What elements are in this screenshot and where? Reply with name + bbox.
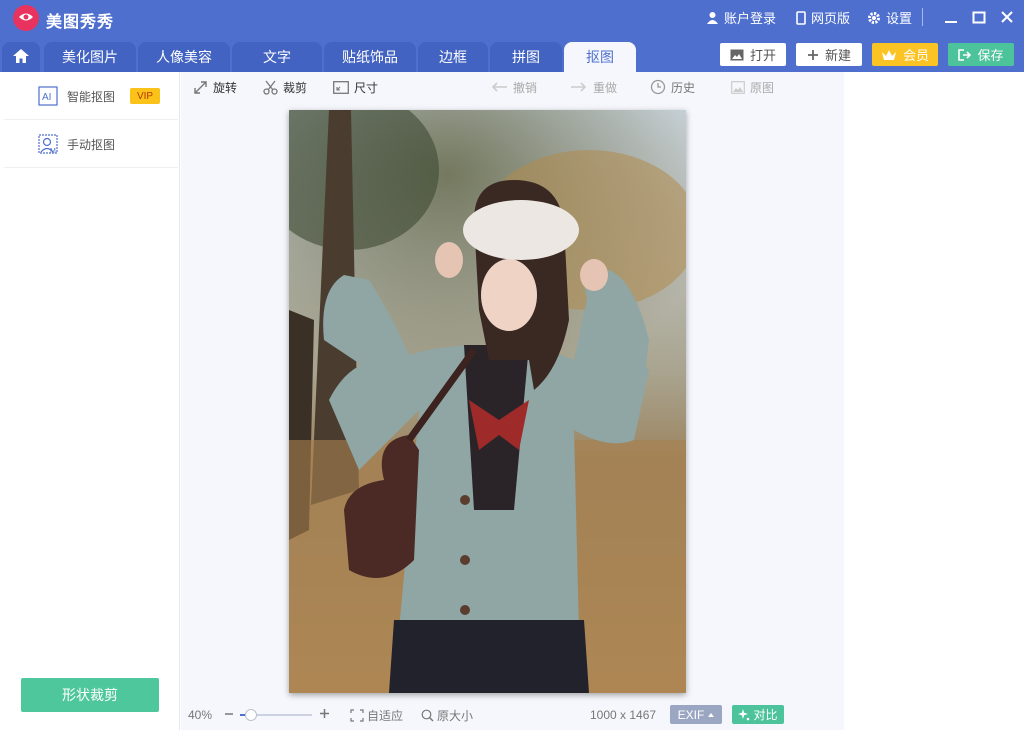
tab-beautify[interactable]: 美化图片 bbox=[44, 42, 136, 72]
fit-button[interactable]: 自适应 bbox=[350, 706, 403, 724]
tab-collage[interactable]: 拼图 bbox=[490, 42, 562, 72]
fit-icon bbox=[350, 708, 364, 722]
redo-label: 重做 bbox=[593, 80, 618, 95]
web-version-label: 网页版 bbox=[811, 11, 851, 26]
phone-icon bbox=[796, 10, 806, 25]
portrait-photo bbox=[289, 110, 686, 693]
plus-icon bbox=[807, 49, 819, 61]
image-dimensions: 1000 x 1467 bbox=[590, 708, 657, 722]
tab-text[interactable]: 文字 bbox=[232, 42, 322, 72]
close-button[interactable] bbox=[994, 6, 1020, 28]
history-label: 历史 bbox=[671, 80, 696, 95]
login-link[interactable]: 账户登录 bbox=[706, 8, 776, 27]
user-icon bbox=[706, 11, 719, 24]
titlebar-divider bbox=[922, 8, 923, 26]
right-panel bbox=[844, 72, 1024, 730]
original-label: 原图 bbox=[750, 80, 775, 95]
new-label: 新建 bbox=[824, 48, 851, 63]
ai-icon: AI bbox=[38, 86, 58, 106]
manual-cutout-icon: M bbox=[38, 134, 58, 155]
login-label: 账户登录 bbox=[724, 11, 777, 26]
tab-border[interactable]: 边框 bbox=[418, 42, 488, 72]
tab-portrait[interactable]: 人像美容 bbox=[138, 42, 230, 72]
original-tool[interactable]: 原图 bbox=[731, 78, 774, 96]
save-button[interactable]: 保存 bbox=[948, 43, 1014, 66]
rotate-tool[interactable]: 旋转 bbox=[193, 78, 237, 96]
original-image-icon bbox=[731, 80, 745, 94]
tab-cutout[interactable]: 抠图 bbox=[564, 42, 636, 72]
clock-icon bbox=[650, 79, 666, 95]
photo-canvas[interactable] bbox=[289, 110, 686, 693]
svg-text:AI: AI bbox=[42, 92, 51, 103]
crop-tool[interactable]: 裁剪 bbox=[263, 78, 307, 96]
minus-icon bbox=[224, 708, 234, 722]
vip-button[interactable]: 会员 bbox=[872, 43, 938, 66]
undo-tool[interactable]: 撤销 bbox=[490, 78, 537, 96]
new-button[interactable]: 新建 bbox=[796, 43, 862, 66]
zoom-in-button[interactable] bbox=[319, 706, 330, 724]
size-tool[interactable]: 尺寸 bbox=[333, 78, 378, 96]
resize-icon bbox=[333, 80, 349, 94]
export-icon bbox=[958, 48, 972, 61]
home-icon bbox=[12, 48, 30, 67]
zoom-percent: 40% bbox=[188, 708, 213, 722]
exif-button[interactable]: EXIF bbox=[670, 705, 722, 724]
crown-icon bbox=[881, 49, 897, 61]
compare-label: 对比 bbox=[753, 708, 778, 722]
left-panel: AI 智能抠图 VIP M 手动抠图 形状裁剪 bbox=[0, 72, 180, 730]
sparkle-icon bbox=[738, 708, 750, 721]
settings-link[interactable]: 设置 bbox=[867, 8, 912, 27]
minimize-button[interactable] bbox=[938, 6, 964, 28]
plus-icon bbox=[319, 708, 330, 722]
tab-stickers[interactable]: 贴纸饰品 bbox=[324, 42, 416, 72]
history-tool[interactable]: 历史 bbox=[650, 78, 695, 96]
redo-tool[interactable]: 重做 bbox=[570, 78, 617, 96]
home-tab[interactable] bbox=[2, 42, 40, 72]
zoom-slider-knob[interactable] bbox=[245, 709, 257, 721]
undo-label: 撤销 bbox=[513, 80, 538, 95]
save-label: 保存 bbox=[977, 48, 1004, 63]
open-label: 打开 bbox=[749, 48, 776, 63]
size-label: 尺寸 bbox=[354, 80, 379, 95]
smart-cutout-label: 智能抠图 bbox=[67, 90, 116, 104]
rotate-icon bbox=[193, 80, 208, 95]
redo-arrow-icon bbox=[570, 81, 588, 93]
image-icon bbox=[730, 49, 744, 61]
compare-button[interactable]: 对比 bbox=[732, 705, 784, 724]
gear-icon bbox=[867, 11, 881, 25]
crop-label: 裁剪 bbox=[283, 80, 308, 95]
smart-cutout-item[interactable]: AI 智能抠图 VIP bbox=[4, 72, 178, 120]
scissors-icon bbox=[263, 80, 278, 95]
exif-label: EXIF bbox=[677, 707, 705, 722]
svg-text:M: M bbox=[50, 148, 56, 154]
shape-crop-button[interactable]: 形状裁剪 bbox=[21, 678, 159, 712]
settings-label: 设置 bbox=[886, 11, 913, 26]
app-logo-icon bbox=[13, 5, 39, 31]
zoom-out-button[interactable] bbox=[224, 706, 234, 724]
manual-cutout-label: 手动抠图 bbox=[67, 138, 116, 152]
open-button[interactable]: 打开 bbox=[720, 43, 786, 66]
caret-up-icon bbox=[708, 712, 715, 717]
maximize-button[interactable] bbox=[966, 6, 992, 28]
manual-cutout-item[interactable]: M 手动抠图 bbox=[4, 120, 178, 168]
magnifier-icon bbox=[421, 709, 434, 722]
fit-label: 自适应 bbox=[367, 708, 404, 723]
actual-size-label: 原大小 bbox=[437, 708, 474, 723]
app-title: 美图秀秀 bbox=[46, 14, 115, 31]
actual-size-button[interactable]: 原大小 bbox=[421, 706, 473, 724]
rotate-label: 旋转 bbox=[213, 80, 238, 95]
undo-arrow-icon bbox=[490, 81, 508, 93]
web-version-link[interactable]: 网页版 bbox=[796, 8, 850, 27]
vip-badge: VIP bbox=[130, 88, 160, 104]
vip-label: 会员 bbox=[902, 48, 929, 63]
